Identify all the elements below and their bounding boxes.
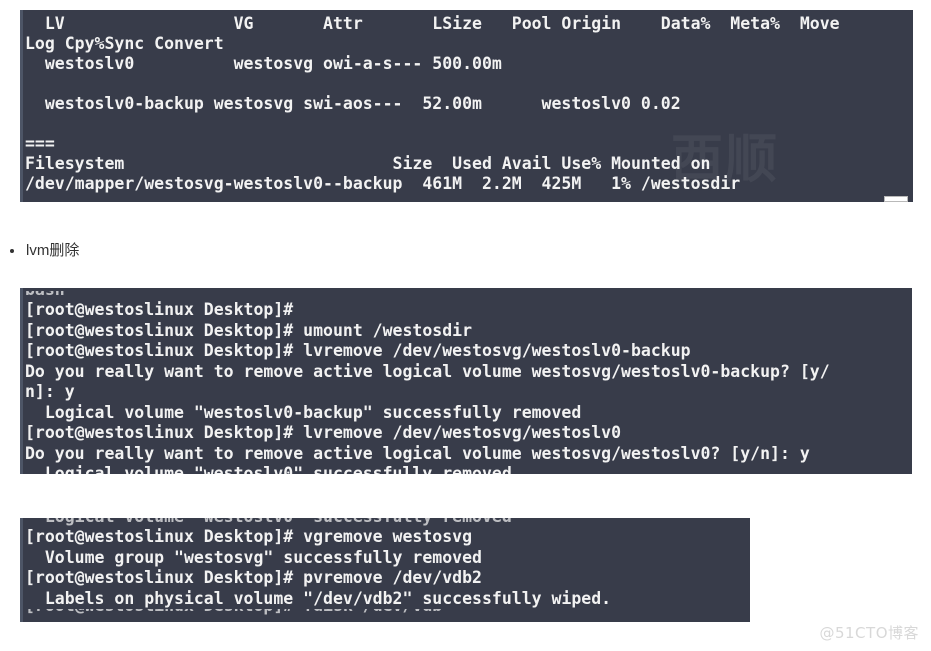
terminal-line: [root@westoslinux Desktop]# vgremove wes… <box>25 527 473 546</box>
bullet-dot-icon <box>10 249 14 253</box>
terminal-line: === <box>25 134 55 153</box>
terminal-line: [root@westoslinux Desktop]# lvremove /de… <box>25 341 691 360</box>
terminal-line: Volume group "westosvg" successfully rem… <box>25 547 482 567</box>
terminal-lvremove-session[interactable]: bash [root@westoslinux Desktop]# [root@w… <box>20 288 912 474</box>
terminal-line: Filesystem Size Used Avail Use% Mounted … <box>25 154 711 173</box>
terminal-line: Labels on physical volume "/dev/vdb2" su… <box>25 588 612 608</box>
terminal-line-partial: [root@westoslinux Desktop]# fdisk /dev/v… <box>23 609 442 616</box>
terminal-line: [root@westoslinux Desktop]# pvremove /de… <box>25 568 482 587</box>
terminal-line: westoslv0-backup westosvg swi-aos--- 52.… <box>25 94 681 113</box>
terminal-line: [root@westoslinux Desktop]# umount /west… <box>25 320 473 340</box>
terminal-vgremove-session[interactable]: Logical volume "westoslv0" successfully … <box>20 518 750 622</box>
terminal-clipped-bottom-row: [root@westoslinux Desktop]# fdisk /dev/v… <box>23 609 750 616</box>
terminal-line: Logical volume "westoslv0" successfully … <box>25 464 512 474</box>
bullet-label: lvm删除 <box>26 242 80 259</box>
terminal-line: Log Cpy%Sync Convert <box>25 34 224 53</box>
terminal-line: Do you really want to remove active logi… <box>25 361 830 381</box>
terminal-line: n]: y <box>25 382 75 401</box>
terminal-line: [root@westoslinux Desktop]# lvremove /de… <box>25 423 622 442</box>
terminal-scroll-artifact[interactable] <box>884 196 908 202</box>
terminal-line: /dev/mapper/westosvg-westoslv0--backup 4… <box>25 174 741 193</box>
terminal-line: Logical volume "westoslv0-backup" succes… <box>25 402 582 422</box>
terminal-clipped-top-row: Logical volume "westoslv0" successfully … <box>23 518 750 527</box>
site-watermark: @51CTO博客 <box>819 624 919 642</box>
terminal-line: [root@westoslinux Desktop]# <box>25 300 294 319</box>
terminal-clipped-top-row: bash <box>23 291 912 300</box>
terminal-line-partial: Logical volume "westoslv0" successfully … <box>23 518 512 527</box>
terminal-lvs-output[interactable]: LV VG Attr LSize Pool Origin Data% Meta%… <box>20 10 913 202</box>
bullet-heading-lvm-delete: lvm删除 <box>10 241 79 261</box>
terminal-line: westoslv0 westosvg owi-a-s--- 500.00m <box>25 54 502 73</box>
terminal-line: LV VG Attr LSize Pool Origin Data% Meta%… <box>25 14 840 33</box>
terminal-line-partial: bash <box>23 291 65 300</box>
terminal-line: Do you really want to remove active logi… <box>25 443 810 463</box>
